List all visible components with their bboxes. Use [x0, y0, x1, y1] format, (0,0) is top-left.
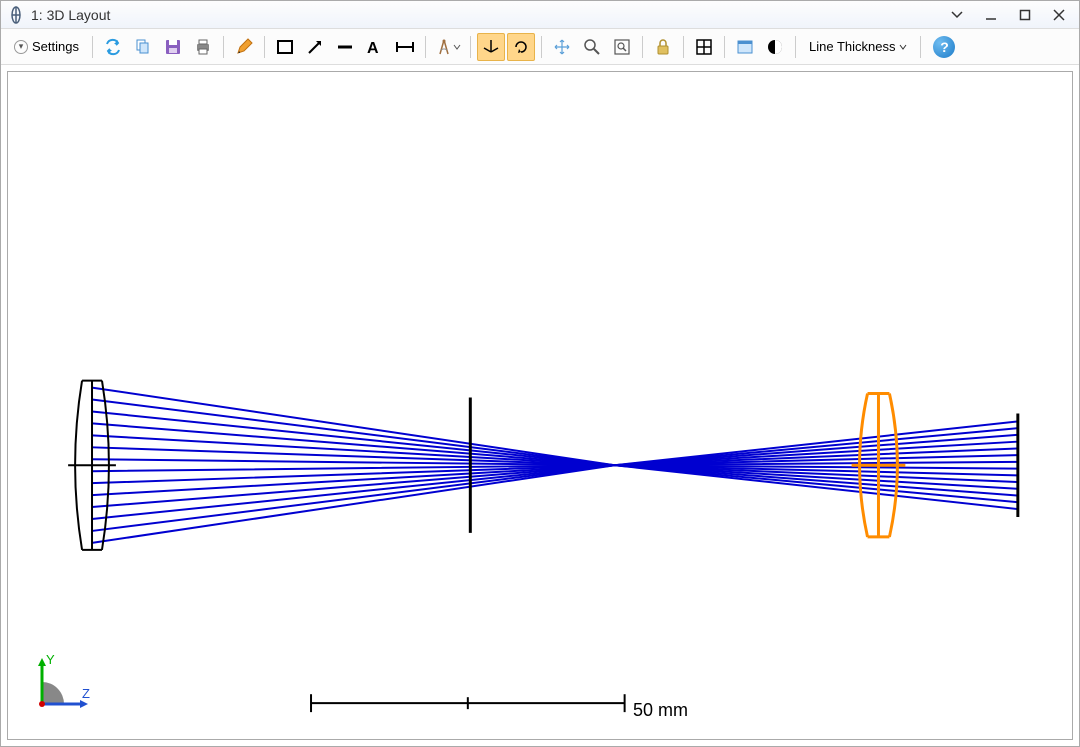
zoom-button[interactable]	[578, 33, 606, 61]
dimension-button[interactable]	[391, 33, 419, 61]
line-thickness-label: Line Thickness	[809, 39, 895, 54]
chevron-down-icon	[899, 43, 907, 51]
pan-icon	[553, 38, 571, 56]
separator	[92, 36, 93, 58]
fit-icon	[613, 38, 631, 56]
line-thickness-dropdown[interactable]: Line Thickness	[802, 33, 914, 61]
quad-icon	[695, 38, 713, 56]
close-button[interactable]	[1045, 4, 1073, 26]
window-root: 1: 3D Layout ▾ Settings	[0, 0, 1080, 747]
line-button[interactable]	[331, 33, 359, 61]
separator	[642, 36, 643, 58]
chevron-down-icon: ▾	[14, 40, 28, 54]
dimension-icon	[395, 38, 415, 56]
rotate-icon	[512, 38, 530, 56]
toolbar: ▾ Settings A	[1, 29, 1079, 65]
layout-viewport[interactable]	[8, 72, 1072, 739]
canvas-frame[interactable]: 50 mm Y Z	[7, 71, 1073, 740]
lock-icon	[654, 38, 672, 56]
compass-icon	[435, 38, 453, 56]
pencil-button[interactable]	[230, 33, 258, 61]
separator	[264, 36, 265, 58]
titlebar: 1: 3D Layout	[1, 1, 1079, 29]
contrast-button[interactable]	[761, 33, 789, 61]
help-button[interactable]: ?	[933, 36, 955, 58]
settings-label: Settings	[32, 39, 79, 54]
settings-button[interactable]: ▾ Settings	[7, 33, 86, 61]
line-icon	[336, 38, 354, 56]
save-icon	[164, 38, 182, 56]
rotate-toggle-button[interactable]	[507, 33, 535, 61]
zoom-icon	[583, 38, 601, 56]
chevron-down-icon	[453, 43, 461, 51]
axis-z-label: Z	[82, 686, 90, 701]
save-button[interactable]	[159, 33, 187, 61]
svg-text:A: A	[367, 40, 379, 56]
separator	[541, 36, 542, 58]
separator	[470, 36, 471, 58]
axes-toggle-button[interactable]	[477, 33, 505, 61]
axis-y-label: Y	[46, 652, 55, 667]
dropdown-button[interactable]	[943, 4, 971, 26]
minimize-button[interactable]	[977, 4, 1005, 26]
copy-button[interactable]	[129, 33, 157, 61]
separator	[920, 36, 921, 58]
canvas-area: 50 mm Y Z	[1, 65, 1079, 746]
pan-button[interactable]	[548, 33, 576, 61]
refresh-button[interactable]	[99, 33, 127, 61]
quad-view-button[interactable]	[690, 33, 718, 61]
separator	[223, 36, 224, 58]
axis-widget: Y Z	[34, 652, 94, 715]
print-button[interactable]	[189, 33, 217, 61]
window-layout-button[interactable]	[731, 33, 759, 61]
text-a-icon: A	[365, 38, 385, 56]
app-icon	[7, 6, 25, 24]
pencil-icon	[235, 38, 253, 56]
rectangle-icon	[276, 38, 294, 56]
separator	[425, 36, 426, 58]
window-icon	[736, 38, 754, 56]
separator	[795, 36, 796, 58]
help-icon: ?	[940, 39, 949, 55]
compass-button[interactable]	[432, 33, 464, 61]
separator	[724, 36, 725, 58]
window-title: 1: 3D Layout	[31, 7, 110, 23]
fit-button[interactable]	[608, 33, 636, 61]
arrow-button[interactable]	[301, 33, 329, 61]
maximize-button[interactable]	[1011, 4, 1039, 26]
copy-icon	[134, 38, 152, 56]
scale-label: 50 mm	[633, 700, 688, 721]
refresh-icon	[104, 38, 122, 56]
rectangle-button[interactable]	[271, 33, 299, 61]
print-icon	[194, 38, 212, 56]
lock-button[interactable]	[649, 33, 677, 61]
separator	[683, 36, 684, 58]
contrast-icon	[766, 38, 784, 56]
axes-icon	[482, 38, 500, 56]
text-button[interactable]: A	[361, 33, 389, 61]
arrow-icon	[306, 38, 324, 56]
